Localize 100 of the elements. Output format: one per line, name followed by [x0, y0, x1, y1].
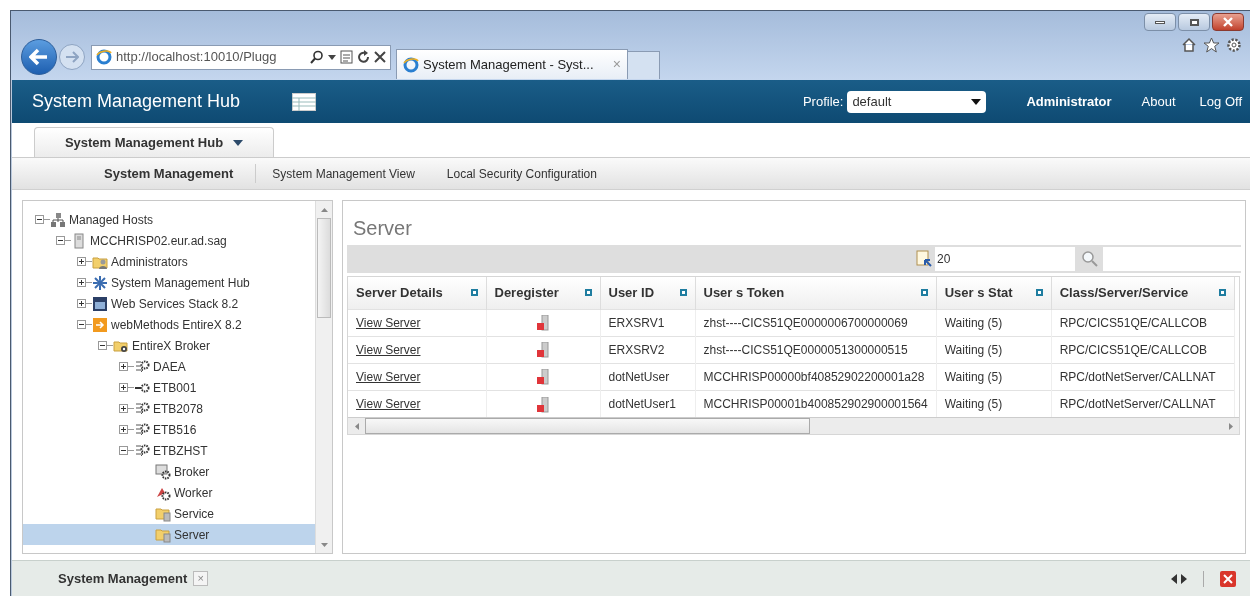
tree-node-icon	[134, 442, 150, 459]
browser-tab[interactable]: System Management - Syst... ×	[396, 49, 628, 79]
tree-item-label[interactable]: Worker	[174, 483, 213, 502]
column-header[interactable]: User ID	[600, 277, 695, 309]
column-header[interactable]: Class/Server/Service	[1051, 277, 1235, 309]
page-size-field[interactable]: 20	[935, 247, 1075, 271]
back-arrow-icon	[29, 48, 49, 66]
refresh-icon[interactable]	[357, 50, 370, 64]
column-menu-icon[interactable]	[470, 289, 478, 297]
column-menu-icon[interactable]	[920, 289, 928, 297]
settings-icon[interactable]	[1226, 37, 1242, 53]
home-icon[interactable]	[1181, 37, 1197, 53]
column-menu-icon[interactable]	[1218, 289, 1226, 297]
vertical-scrollbar[interactable]	[315, 201, 332, 553]
hub-tab[interactable]: System Management Hub	[34, 127, 274, 157]
maximize-button[interactable]	[1178, 13, 1210, 31]
tree-item-label[interactable]: Server	[174, 525, 210, 544]
address-bar[interactable]: http://localhost:10010/Plugg	[91, 44, 391, 70]
column-header[interactable]: User s Token	[695, 277, 937, 309]
scrollbar-thumb[interactable]	[317, 218, 331, 318]
scrollbar-thumb[interactable]	[365, 418, 810, 434]
selected-row-highlight[interactable]: Server	[23, 524, 315, 545]
close-icon	[1223, 17, 1233, 27]
tree-node-icon	[155, 463, 171, 480]
expand-icon[interactable]	[77, 278, 86, 287]
horizontal-scrollbar[interactable]	[348, 417, 1239, 434]
view-server-link[interactable]: View Server	[356, 396, 421, 411]
view-server-link[interactable]: View Server	[356, 315, 421, 330]
tree-item-label[interactable]: DAEA	[153, 357, 186, 376]
grid-icon[interactable]	[292, 92, 316, 111]
header-link[interactable]: About	[1141, 91, 1176, 112]
tree-item-label[interactable]: ETB516	[153, 420, 197, 439]
deregister-icon[interactable]	[537, 396, 549, 413]
tree-item-label[interactable]: Web Services Stack 8.2	[111, 294, 239, 313]
collapse-icon[interactable]	[119, 446, 128, 455]
deregister-icon[interactable]	[537, 315, 549, 332]
collapse-arrows-icon[interactable]	[1171, 573, 1187, 584]
expand-icon[interactable]	[77, 299, 86, 308]
collapse-icon[interactable]	[98, 341, 107, 350]
expand-icon[interactable]	[119, 425, 128, 434]
tree-node-icon	[134, 421, 150, 438]
expand-icon[interactable]	[77, 257, 86, 266]
browser-icon	[96, 49, 112, 65]
close-icon[interactable]	[1220, 570, 1236, 587]
tab-label[interactable]: System Management	[58, 568, 188, 589]
tree-node-icon	[92, 295, 108, 312]
search-icon[interactable]	[310, 50, 324, 64]
view-server-link[interactable]: View Server	[356, 342, 421, 357]
table-cell: RPC/CICS51QE/CALLCOB	[1051, 309, 1235, 336]
tree-item-label[interactable]: ETB2078	[153, 399, 204, 418]
caret-icon	[233, 139, 244, 146]
tree-node-icon	[92, 316, 108, 333]
column-header[interactable]: User s Stat	[936, 277, 1052, 309]
tree-item-label[interactable]: ETB001	[153, 378, 197, 397]
tree-item-label[interactable]: EntireX Broker	[132, 336, 211, 355]
table-cell: Waiting (5)	[936, 363, 1052, 390]
column-header[interactable]: Deregister	[486, 277, 600, 309]
column-menu-icon[interactable]	[584, 289, 592, 297]
expand-icon[interactable]	[119, 404, 128, 413]
scroll-left-icon[interactable]	[354, 422, 359, 430]
back-button[interactable]	[21, 39, 57, 75]
caret-icon[interactable]	[328, 54, 336, 60]
profile-label: Profile:	[802, 92, 844, 111]
deregister-icon[interactable]	[537, 342, 549, 359]
collapse-icon[interactable]	[35, 215, 44, 224]
address-text: http://localhost:10010/Plugg	[116, 48, 277, 67]
column-menu-icon[interactable]	[679, 289, 687, 297]
tree-item-label[interactable]: Service	[174, 504, 214, 523]
nav-tab[interactable]: Local Security Configuration	[430, 164, 613, 183]
nav-tab[interactable]: System Management	[82, 163, 257, 184]
tree-item-label[interactable]: Administrators	[111, 252, 188, 271]
column-header[interactable]: Server Details	[348, 277, 486, 309]
table-cell: RPC/dotNetServer/CALLNAT	[1051, 363, 1235, 390]
scroll-down-icon[interactable]	[320, 542, 328, 547]
page-title: Server	[352, 216, 413, 241]
collapse-icon[interactable]	[56, 236, 65, 245]
minimize-button[interactable]	[1144, 13, 1176, 31]
expand-icon[interactable]	[119, 383, 128, 392]
user-name: Administrator	[1026, 92, 1112, 111]
header-link[interactable]: Log Off	[1199, 91, 1242, 112]
tree-item-label[interactable]: Managed Hosts	[69, 210, 154, 229]
column-menu-icon[interactable]	[1035, 289, 1043, 297]
close-button[interactable]	[1212, 13, 1244, 31]
tree-item-label[interactable]: ETBZHST	[153, 441, 208, 460]
scroll-up-icon[interactable]	[320, 207, 328, 212]
expand-icon[interactable]	[119, 362, 128, 371]
tree-item-label[interactable]: MCCHRISP02.eur.ad.sag	[90, 231, 227, 250]
forward-arrow-icon	[65, 51, 79, 63]
view-server-link[interactable]: View Server	[356, 369, 421, 384]
tree-item-label[interactable]: webMethods EntireX 8.2	[111, 315, 242, 334]
tree-item-label[interactable]: Broker	[174, 462, 210, 481]
deregister-icon[interactable]	[537, 369, 549, 386]
tree-item-label[interactable]: System Management Hub	[111, 273, 250, 292]
collapse-icon[interactable]	[77, 320, 86, 329]
stop-icon[interactable]	[374, 51, 386, 63]
scroll-right-icon[interactable]	[1228, 422, 1233, 430]
search-field[interactable]	[1103, 247, 1241, 271]
nav-tab[interactable]: System Management View	[256, 164, 431, 183]
star-icon[interactable]	[1203, 37, 1220, 53]
profile-dropdown[interactable]: default	[847, 90, 987, 113]
